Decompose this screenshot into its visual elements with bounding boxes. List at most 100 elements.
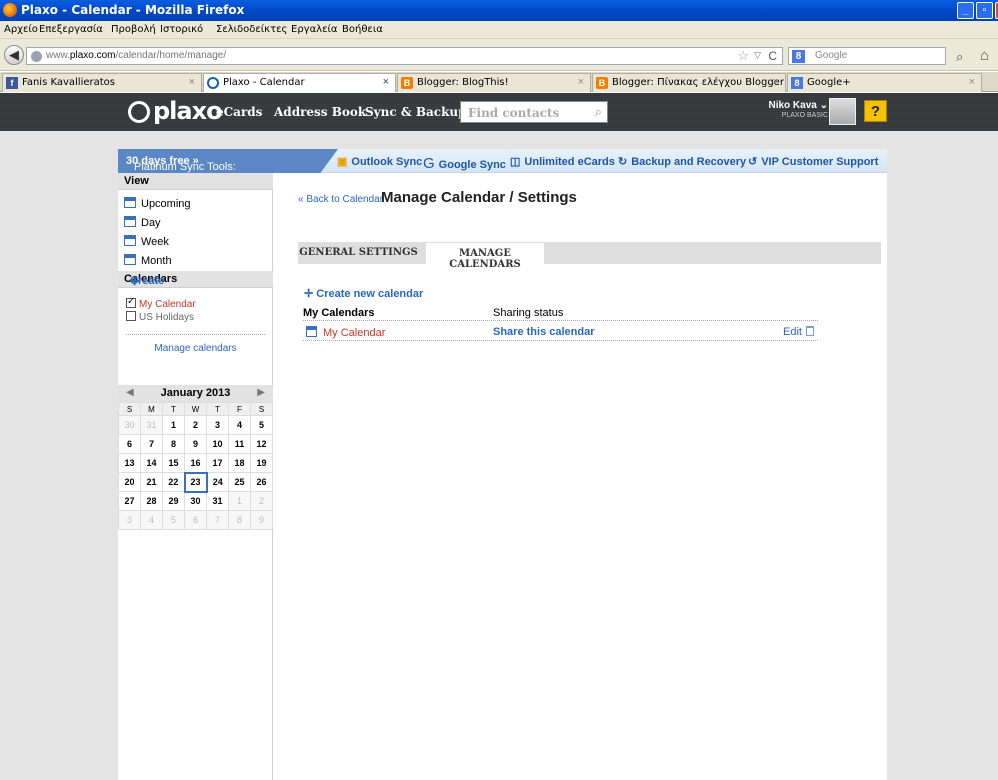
tab-general-settings[interactable]: GENERAL SETTINGS <box>298 242 419 264</box>
my-calendar-checkbox[interactable] <box>126 296 136 308</box>
back-to-calendar-link[interactable]: « Back to Calendar <box>298 194 383 205</box>
bookmark-star-icon[interactable]: ☆ <box>737 48 749 64</box>
edit-calendar-link[interactable]: Edit <box>783 326 802 338</box>
calendar-day[interactable]: 30 <box>184 491 207 511</box>
tab-google-plus[interactable]: 8 Google+ × <box>787 73 982 92</box>
calendar-day[interactable]: 12 <box>250 434 273 454</box>
nav-address-book[interactable]: Address Book <box>274 105 366 119</box>
calendar-day[interactable]: 3 <box>206 415 229 435</box>
share-calendar-link[interactable]: Share this calendar <box>493 326 595 338</box>
create-new-calendar-link[interactable]: ✛ Create new calendar <box>304 287 423 300</box>
tab-blogger-dashboard[interactable]: B Blogger: Πίνακας ελέγχου Blogger × <box>592 73 786 92</box>
calendar-day[interactable]: 9 <box>250 510 273 530</box>
calendar-day[interactable]: 23 <box>183 471 208 493</box>
close-tab-icon[interactable]: × <box>578 76 584 88</box>
plaxo-logo[interactable]: plaxo <box>128 97 223 125</box>
tab-plaxo-calendar[interactable]: Plaxo - Calendar × <box>203 73 396 92</box>
platinum-promo[interactable]: Platinum Sync Tools: 30 days free » <box>118 149 338 173</box>
calendar-day[interactable]: 16 <box>184 453 207 473</box>
site-identity-icon[interactable] <box>31 51 42 62</box>
nav-sync-backup[interactable]: Sync & Backup <box>365 105 467 119</box>
maximize-button[interactable]: ▫ <box>976 2 993 19</box>
calendar-day[interactable]: 9 <box>184 434 207 454</box>
close-tab-icon[interactable]: × <box>383 76 389 88</box>
trash-icon[interactable] <box>805 326 814 336</box>
tab-facebook[interactable]: f Fanis Kavallieratos × <box>2 73 202 92</box>
calendar-day[interactable]: 18 <box>228 453 251 473</box>
menu-file[interactable]: Αρχείο <box>4 24 38 35</box>
address-bar[interactable]: www.plaxo.com/calendar/home/manage/ ☆ ▽ … <box>26 47 783 65</box>
calendar-day[interactable]: 30 <box>118 415 141 435</box>
calendar-name[interactable]: My Calendar <box>306 326 385 339</box>
user-menu[interactable]: Niko Kava ⌄ PLAXO BASIC <box>752 100 828 119</box>
calendar-day[interactable]: 1 <box>228 491 251 511</box>
google-sync-link[interactable]: G Google Sync <box>423 155 506 172</box>
menu-help[interactable]: Βοήθεια <box>342 24 383 35</box>
manage-calendars-link[interactable]: Manage calendars <box>118 343 273 354</box>
menu-tools[interactable]: Εργαλεία <box>291 24 337 35</box>
unlimited-ecards-link[interactable]: ◫ Unlimited eCards <box>510 155 615 168</box>
search-go-icon[interactable]: ⌕ <box>956 49 963 65</box>
calendar-day[interactable]: 5 <box>162 510 185 530</box>
calendar-day[interactable]: 22 <box>162 472 185 492</box>
calendar-day[interactable]: 15 <box>162 453 185 473</box>
find-contacts-input[interactable]: Find contacts ⌕ <box>460 101 608 123</box>
calendar-day[interactable]: 28 <box>140 491 163 511</box>
calendar-day[interactable]: 10 <box>206 434 229 454</box>
calendar-day[interactable]: 6 <box>184 510 207 530</box>
reload-icon[interactable]: C <box>768 49 777 63</box>
url-text[interactable]: www.plaxo.com/calendar/home/manage/ <box>46 50 226 61</box>
calendar-day[interactable]: 14 <box>140 453 163 473</box>
calendar-day[interactable]: 4 <box>228 415 251 435</box>
vip-support-link[interactable]: ↺ VIP Customer Support <box>748 155 878 168</box>
calendar-day[interactable]: 11 <box>228 434 251 454</box>
url-dropdown-icon[interactable]: ▽ <box>754 50 761 61</box>
calendar-day[interactable]: 8 <box>228 510 251 530</box>
help-button[interactable]: ? <box>864 100 887 122</box>
view-day[interactable]: Day <box>124 216 161 229</box>
search-bar[interactable]: 8 Google <box>788 47 946 65</box>
close-tab-icon[interactable]: × <box>189 76 195 88</box>
menu-view[interactable]: Προβολή <box>111 24 156 35</box>
calendar-day[interactable]: 20 <box>118 472 141 492</box>
menu-bookmarks[interactable]: Σελιδοδείκτες <box>216 24 287 35</box>
calendar-day[interactable]: 25 <box>228 472 251 492</box>
calendar-day[interactable]: 8 <box>162 434 185 454</box>
calendar-day[interactable]: 31 <box>140 415 163 435</box>
calendar-day[interactable]: 6 <box>118 434 141 454</box>
calendar-day[interactable]: 4 <box>140 510 163 530</box>
view-upcoming[interactable]: Upcoming <box>124 197 191 210</box>
calendar-day[interactable]: 29 <box>162 491 185 511</box>
view-month[interactable]: Month <box>124 254 172 267</box>
calendar-day[interactable]: 19 <box>250 453 273 473</box>
home-icon[interactable]: ⌂ <box>980 47 989 64</box>
outlook-sync-link[interactable]: ▣ Outlook Sync <box>337 155 422 168</box>
next-month-icon[interactable]: ▶ <box>257 387 265 398</box>
view-week[interactable]: Week <box>124 235 169 248</box>
calendar-day[interactable]: 21 <box>140 472 163 492</box>
calendar-day[interactable]: 27 <box>118 491 141 511</box>
calendar-day[interactable]: 17 <box>206 453 229 473</box>
menu-edit[interactable]: Επεξεργασία <box>39 24 103 35</box>
calendar-day[interactable]: 24 <box>206 472 229 492</box>
close-tab-icon[interactable]: × <box>773 76 779 88</box>
calendar-day[interactable]: 5 <box>250 415 273 435</box>
backup-recovery-link[interactable]: ↻ Backup and Recovery <box>618 155 746 168</box>
us-holidays-checkbox[interactable] <box>126 311 136 321</box>
calendar-day[interactable]: 7 <box>206 510 229 530</box>
back-button[interactable]: ◀ <box>4 45 24 65</box>
calendar-my-calendar[interactable]: My Calendar <box>126 296 196 310</box>
calendar-day[interactable]: 3 <box>118 510 141 530</box>
calendar-day[interactable]: 7 <box>140 434 163 454</box>
tab-manage-calendars[interactable]: MANAGE CALENDARS <box>425 242 545 270</box>
search-icon[interactable]: ⌕ <box>595 104 602 120</box>
calendar-day[interactable]: 2 <box>184 415 207 435</box>
minimize-button[interactable]: _ <box>957 2 974 19</box>
google-engine-icon[interactable]: 8 <box>792 50 805 63</box>
calendar-day[interactable]: 2 <box>250 491 273 511</box>
avatar[interactable] <box>829 98 856 125</box>
calendar-day[interactable]: 31 <box>206 491 229 511</box>
menu-history[interactable]: Ιστορικό <box>160 24 203 35</box>
nav-ecards[interactable]: eCards <box>216 105 262 119</box>
calendar-day[interactable]: 1 <box>162 415 185 435</box>
